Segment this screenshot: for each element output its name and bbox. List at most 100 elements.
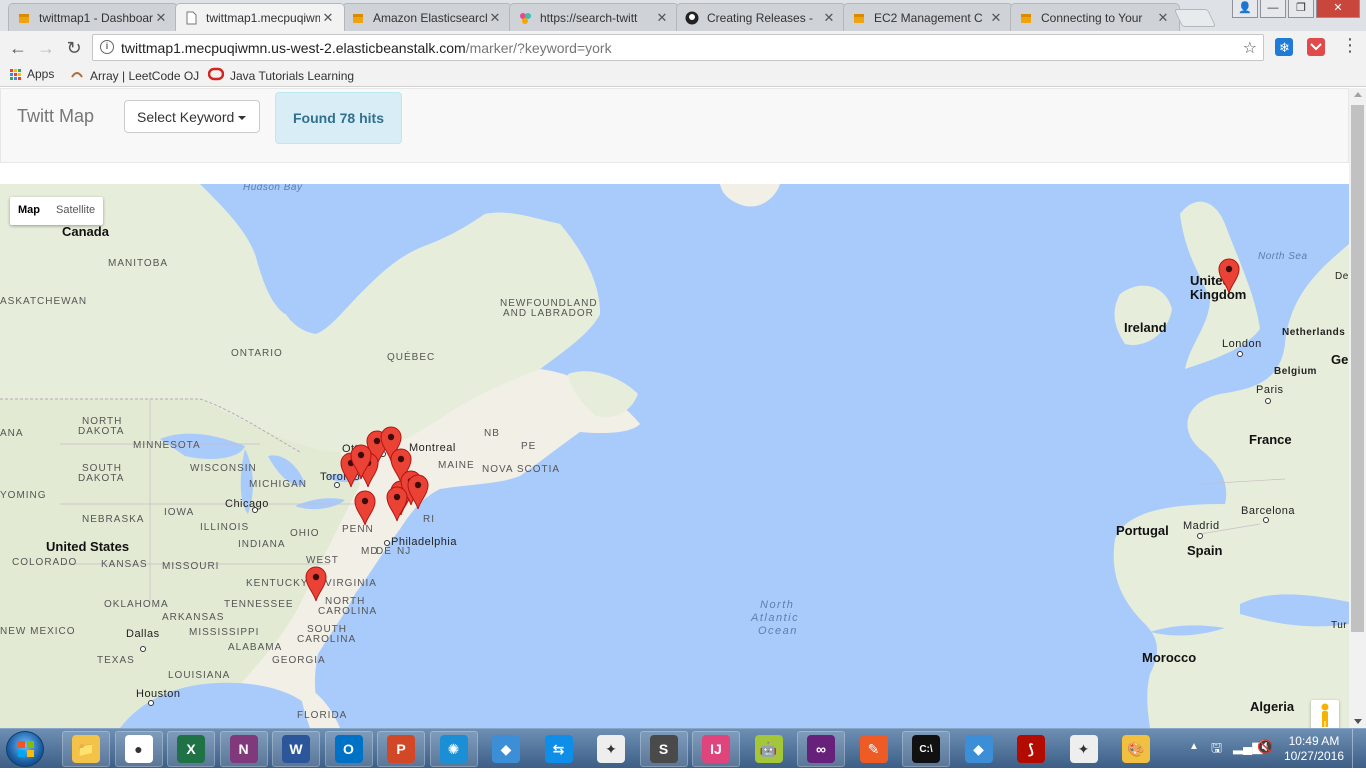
taskbar-app-button[interactable]: ✦ [587,731,635,767]
menu-icon[interactable]: ⋮ [1340,35,1360,56]
scrollbar-thumb[interactable] [1351,105,1364,632]
scroll-down-arrow-icon[interactable] [1354,719,1362,724]
tab-ec2-management[interactable]: EC2 Management C ✕ [843,3,1013,31]
minimize-button[interactable]: — [1260,0,1286,18]
map-label-region: MANITOBA [108,258,169,269]
app-icon: ⟆ [1017,735,1045,763]
pocket-icon[interactable] [1307,38,1325,56]
maximize-button[interactable]: ❐ [1288,0,1314,18]
map-label-region: CAROLINA [318,606,378,617]
map-label-country: Netherlands [1282,327,1346,338]
aws-box-icon [852,11,866,25]
reload-icon[interactable]: ↻ [64,38,84,59]
taskbar-app-button[interactable]: ◆ [482,731,530,767]
keyword-dropdown-button[interactable]: Select Keyword [124,100,260,133]
close-icon[interactable]: ✕ [487,10,503,26]
bookmark-label: Array | LeetCode OJ [90,68,200,83]
volume-muted-icon[interactable]: 🔇 [1257,739,1273,755]
tab-title: twittmap1 - Dashboard [39,10,153,25]
tab-twittmap-dashboard[interactable]: twittmap1 - Dashboard ✕ [8,3,178,31]
clock[interactable]: 10:49 AM 10/27/2016 [1284,734,1344,764]
tab-amazon-elasticsearch[interactable]: Amazon Elasticsearch ✕ [342,3,512,31]
new-tab-button[interactable] [1173,9,1217,27]
taskbar-app-button[interactable]: ✎ [850,731,898,767]
map-type-satellite-button[interactable]: Satellite [48,197,103,225]
bookmark-apps[interactable]: Apps [10,67,54,81]
back-arrow-icon[interactable]: ← [8,38,28,59]
tweet-marker[interactable] [386,486,408,522]
scroll-up-arrow-icon[interactable] [1354,92,1362,97]
map-label-region: ILLINOIS [200,522,250,533]
forward-arrow-icon[interactable]: → [36,38,56,59]
taskbar-app-button[interactable]: ● [114,731,163,767]
close-icon[interactable]: ✕ [988,10,1004,26]
map-type-map-button[interactable]: Map [10,197,48,225]
taskbar-app-button[interactable]: 🤖 [745,731,793,767]
taskbar-app-button[interactable]: IJ [692,731,740,767]
taskbar-app-button[interactable]: ✦ [1060,731,1108,767]
close-icon[interactable]: ✕ [320,10,336,26]
bookmark-java-tutorials[interactable]: Java Tutorials Learning [207,67,354,84]
tweet-marker[interactable] [407,474,429,510]
tab-search-twitt[interactable]: https://search-twitt ✕ [509,3,679,31]
city-dot [1237,351,1243,357]
map-label-ocean: Atlantic [751,612,800,624]
taskbar-app-button[interactable]: ∞ [797,731,845,767]
taskbar-app-button[interactable]: ⟆ [1007,731,1055,767]
page-scrollbar[interactable] [1349,88,1366,728]
tweet-marker[interactable] [354,490,376,526]
taskbar-app-button[interactable]: C:\ [902,731,950,767]
taskbar-app-button[interactable]: X [167,731,215,767]
app-icon: ◆ [964,735,993,763]
taskbar-app-button[interactable]: 🎨 [1112,731,1160,767]
start-button[interactable] [6,731,44,767]
map-label-region: ONTARIO [231,348,283,359]
taskbar-app-button[interactable]: W [272,731,320,767]
tab-connecting[interactable]: Connecting to Your ✕ [1010,3,1180,31]
extension-snowflake-icon[interactable]: ❄ [1275,38,1293,56]
close-icon[interactable]: ✕ [821,10,837,26]
app-brand[interactable]: Twitt Map [17,106,94,127]
city-dot [1197,533,1203,539]
tweet-marker[interactable] [350,444,372,480]
tab-twittmap-page[interactable]: twittmap1.mecpuqiwmn ✕ [175,3,345,31]
bookmarks-bar: Apps Array | LeetCode OJ Java Tutorials … [0,63,1366,87]
map-label-region: LOUISIANA [168,670,231,681]
map-label-water: North Sea [1258,251,1308,262]
taskbar-app-button[interactable]: O [324,731,373,767]
tray-expand-icon[interactable]: ▲ [1189,741,1199,752]
device-icon[interactable]: 🖫 [1211,739,1222,761]
taskbar-app-button[interactable]: ✺ [429,731,478,767]
user-icon[interactable]: 👤 [1232,0,1258,18]
close-window-button[interactable]: ✕ [1316,0,1360,18]
app-icon: S [649,735,678,763]
tab-creating-releases[interactable]: Creating Releases - ✕ [676,3,846,31]
taskbar-app-button[interactable]: 📁 [62,731,110,767]
close-icon[interactable]: ✕ [654,10,670,26]
bookmark-leetcode[interactable]: Array | LeetCode OJ [70,67,199,84]
taskbar-app-button[interactable]: P [377,731,425,767]
map-label-region: NB [484,428,500,439]
tweet-map[interactable]: Map Satellite Hudson Bay North Sea North… [0,184,1349,728]
show-desktop-button[interactable] [1352,729,1366,769]
app-icon: ◆ [492,735,520,763]
info-icon[interactable]: i [100,40,114,54]
close-icon[interactable]: ✕ [1155,10,1171,26]
browser-tab-strip: twittmap1 - Dashboard ✕ twittmap1.mecpuq… [0,0,1366,31]
address-bar[interactable]: i twittmap1.mecpuqiwmn.us-west-2.elastic… [92,34,1264,61]
tweet-marker[interactable] [1218,258,1240,294]
tweet-marker[interactable] [305,566,327,602]
map-base-layer [0,184,1349,728]
app-icon: P [387,735,415,763]
app-icon: 🤖 [754,735,783,763]
taskbar-app-button[interactable]: ◆ [955,731,1003,767]
close-icon[interactable]: ✕ [153,10,169,26]
street-view-pegman-icon[interactable] [1311,700,1339,728]
map-label-city: Madrid [1183,520,1220,532]
tab-title: Amazon Elasticsearch [373,10,487,25]
taskbar-app-button[interactable]: S [639,731,688,767]
taskbar-app-button[interactable]: N [219,731,268,767]
taskbar-app-button[interactable]: ⇆ [535,731,583,767]
app-icon: IJ [702,735,730,763]
bookmark-star-icon[interactable]: ☆ [1243,38,1257,58]
